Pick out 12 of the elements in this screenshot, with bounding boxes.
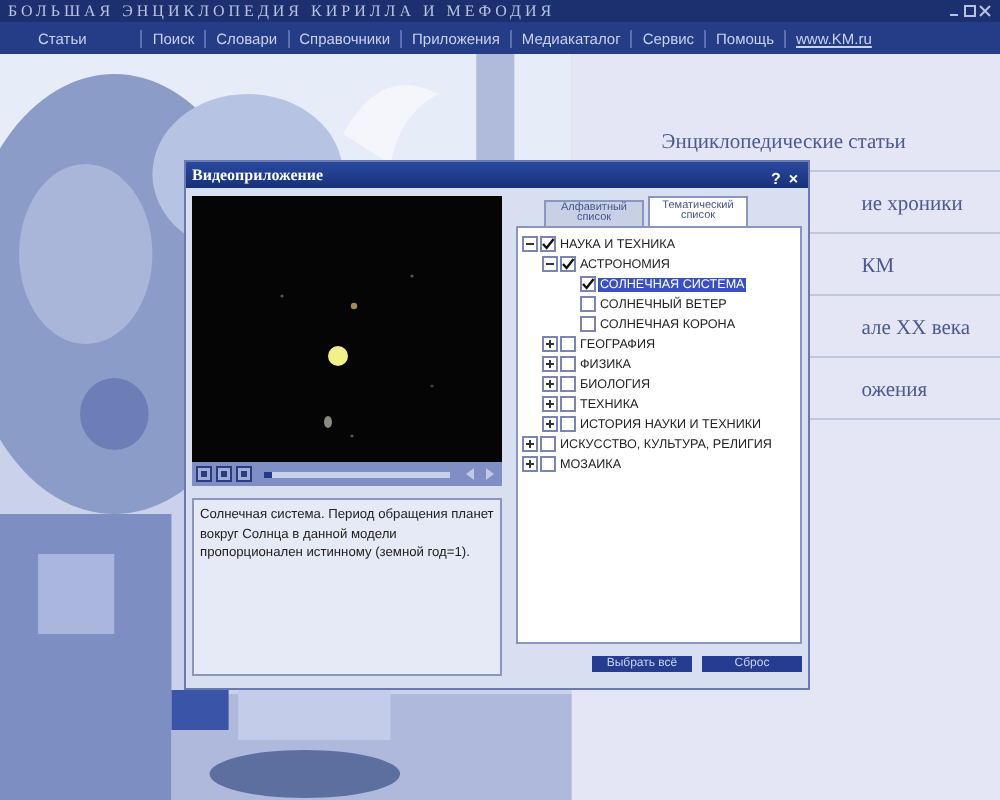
section-link[interactable]: ие хроники: [861, 194, 963, 216]
checkbox[interactable]: [580, 316, 596, 332]
window-title: БОЛЬШАЯ ЭНЦИКЛОПЕДИЯ КИРИЛЛА И МЕФОДИЯ: [8, 2, 556, 20]
section-link[interactable]: Энциклопедические статьи: [661, 132, 906, 154]
close-button[interactable]: ×: [784, 169, 802, 187]
window-controls-icon[interactable]: [948, 4, 992, 18]
checkbox[interactable]: [580, 276, 596, 292]
section-link[interactable]: але XX века: [861, 318, 970, 340]
section-link[interactable]: КМ: [861, 256, 895, 278]
checkbox[interactable]: [580, 296, 596, 312]
section-link[interactable]: ожения: [861, 380, 928, 402]
help-button[interactable]: ?: [766, 169, 785, 187]
